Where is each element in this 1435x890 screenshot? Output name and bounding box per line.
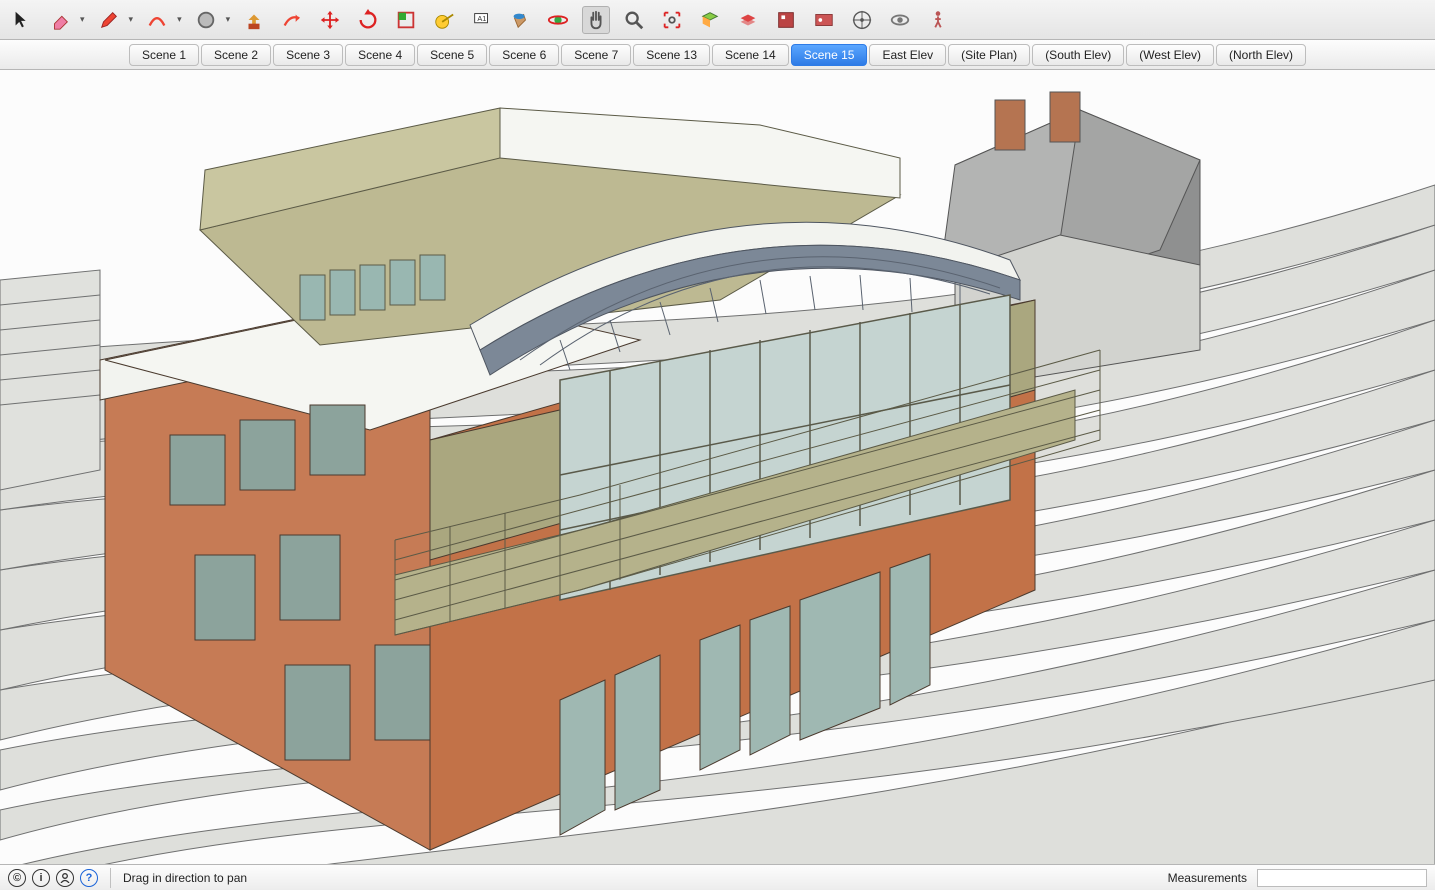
scene-tab-11[interactable]: (Site Plan) bbox=[948, 44, 1030, 66]
outliner-tool[interactable] bbox=[772, 6, 800, 34]
zoom-extents-tool[interactable] bbox=[658, 6, 686, 34]
scene-tab-0[interactable]: Scene 1 bbox=[129, 44, 199, 66]
scene-tab-3[interactable]: Scene 4 bbox=[345, 44, 415, 66]
scale-tool[interactable] bbox=[392, 6, 420, 34]
eraser-tool[interactable] bbox=[46, 6, 74, 34]
scene-tab-14[interactable]: (North Elev) bbox=[1216, 44, 1306, 66]
layers-tool[interactable] bbox=[734, 6, 762, 34]
svg-text:A1: A1 bbox=[478, 13, 487, 22]
walk-tool[interactable] bbox=[924, 6, 952, 34]
status-hint: Drag in direction to pan bbox=[123, 871, 247, 885]
paint-bucket-tool[interactable] bbox=[506, 6, 534, 34]
pan-tool[interactable] bbox=[582, 6, 610, 34]
separator bbox=[110, 868, 111, 888]
arc-tool-dropdown[interactable]: ▾ bbox=[177, 14, 182, 25]
tape-measure-tool[interactable] bbox=[430, 6, 458, 34]
model-viewport[interactable] bbox=[0, 70, 1435, 864]
info-icon[interactable]: i bbox=[32, 869, 50, 887]
section-plane-tool[interactable] bbox=[696, 6, 724, 34]
scene-tab-12[interactable]: (South Elev) bbox=[1032, 44, 1124, 66]
scene-tab-13[interactable]: (West Elev) bbox=[1126, 44, 1214, 66]
text-tool[interactable]: A1 bbox=[468, 6, 496, 34]
scene-tab-2[interactable]: Scene 3 bbox=[273, 44, 343, 66]
measurements-input[interactable] bbox=[1257, 869, 1427, 887]
user-icon[interactable] bbox=[56, 869, 74, 887]
main-toolbar: ▾ ▾ ▾ ▾ A1 bbox=[0, 0, 1435, 40]
status-bar: © i ? Drag in direction to pan Measureme… bbox=[0, 864, 1435, 890]
select-tool[interactable] bbox=[8, 6, 36, 34]
eraser-tool-dropdown[interactable]: ▾ bbox=[80, 14, 85, 25]
scene-tab-9[interactable]: Scene 15 bbox=[791, 44, 868, 66]
orbit-tool[interactable] bbox=[544, 6, 572, 34]
pencil-tool-dropdown[interactable]: ▾ bbox=[129, 14, 134, 25]
scene-tab-10[interactable]: East Elev bbox=[869, 44, 946, 66]
move-tool[interactable] bbox=[316, 6, 344, 34]
arc-tool[interactable] bbox=[143, 6, 171, 34]
copyright-icon[interactable]: © bbox=[8, 869, 26, 887]
scene-tab-5[interactable]: Scene 6 bbox=[489, 44, 559, 66]
followme-tool[interactable] bbox=[278, 6, 306, 34]
scene-tabs-bar: Scene 1Scene 2Scene 3Scene 4Scene 5Scene… bbox=[0, 40, 1435, 70]
scene-tab-1[interactable]: Scene 2 bbox=[201, 44, 271, 66]
position-camera-tool[interactable] bbox=[848, 6, 876, 34]
look-around-tool[interactable] bbox=[886, 6, 914, 34]
scene-tab-8[interactable]: Scene 14 bbox=[712, 44, 789, 66]
measurements-label: Measurements bbox=[1168, 871, 1247, 885]
pencil-tool[interactable] bbox=[95, 6, 123, 34]
styles-tool[interactable] bbox=[810, 6, 838, 34]
circle-tool[interactable] bbox=[192, 6, 220, 34]
rotate-tool[interactable] bbox=[354, 6, 382, 34]
circle-tool-dropdown[interactable]: ▾ bbox=[226, 14, 231, 25]
help-icon[interactable]: ? bbox=[80, 869, 98, 887]
scene-tab-4[interactable]: Scene 5 bbox=[417, 44, 487, 66]
scene-tab-6[interactable]: Scene 7 bbox=[561, 44, 631, 66]
zoom-tool[interactable] bbox=[620, 6, 648, 34]
scene-tab-7[interactable]: Scene 13 bbox=[633, 44, 710, 66]
pushpull-tool[interactable] bbox=[240, 6, 268, 34]
